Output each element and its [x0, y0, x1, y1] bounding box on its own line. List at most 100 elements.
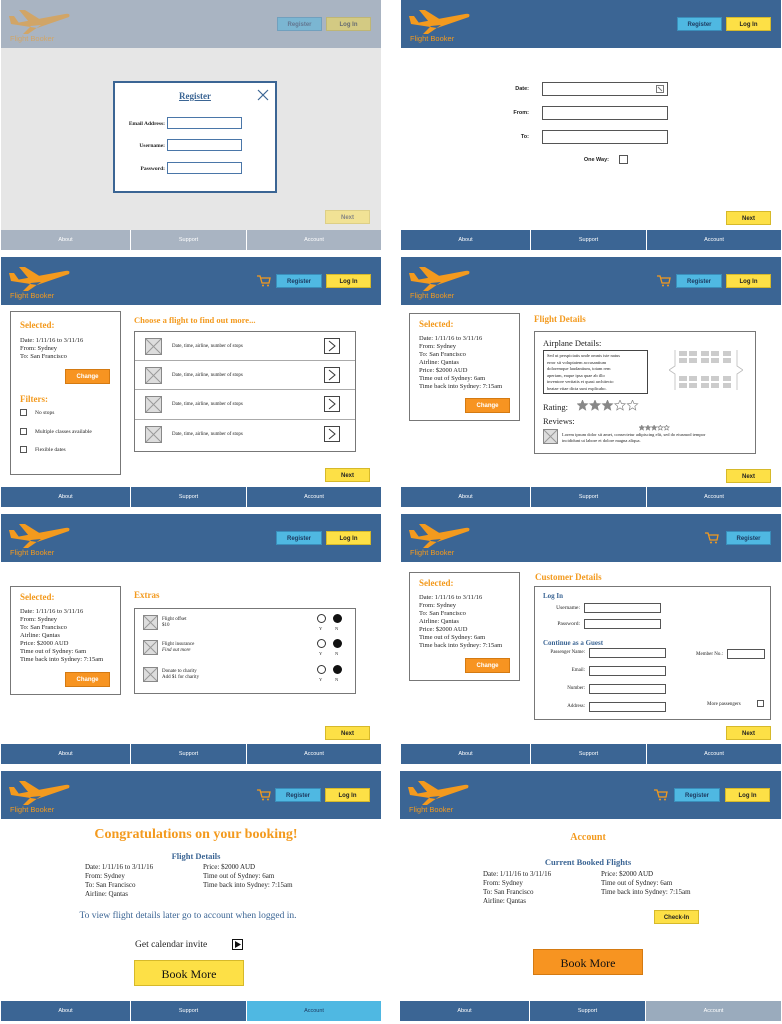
cart-icon[interactable]: [654, 789, 668, 801]
modal-title: Register: [179, 91, 211, 101]
trip-date: Date: 1/11/16 to 3/11/16: [20, 608, 84, 615]
footer-support[interactable]: Support: [531, 230, 647, 250]
footer-about[interactable]: About: [400, 1001, 530, 1021]
change-button[interactable]: Change: [65, 672, 110, 687]
member-field[interactable]: [727, 649, 765, 659]
register-button[interactable]: Register: [276, 531, 322, 545]
next-button[interactable]: Next: [726, 469, 771, 483]
change-button[interactable]: Change: [465, 658, 510, 673]
change-button[interactable]: Change: [65, 369, 110, 384]
address-field[interactable]: [589, 702, 666, 712]
username-field[interactable]: [167, 139, 242, 151]
login-button[interactable]: Log In: [726, 17, 771, 31]
footer-account[interactable]: Account: [647, 487, 781, 507]
footer-about[interactable]: About: [401, 744, 531, 764]
number-field[interactable]: [589, 684, 666, 694]
footer-about[interactable]: About: [401, 230, 531, 250]
cart-icon[interactable]: [257, 789, 271, 801]
check-in-button[interactable]: Check-In: [654, 910, 699, 924]
register-button[interactable]: Register: [676, 274, 722, 288]
footer-support[interactable]: Support: [530, 1001, 646, 1021]
more-passengers-checkbox[interactable]: [757, 700, 764, 707]
register-button[interactable]: Register: [677, 17, 722, 31]
flight-row[interactable]: Date, time, airline, number of stops: [135, 420, 355, 451]
login-button[interactable]: Log In: [326, 531, 371, 545]
login-button[interactable]: Log In: [326, 17, 371, 31]
trip-to: To: San Francisco: [20, 353, 67, 360]
footer-about[interactable]: About: [1, 230, 131, 250]
from-field[interactable]: [542, 106, 668, 120]
register-button[interactable]: Register: [275, 788, 321, 802]
password-field[interactable]: [167, 162, 242, 174]
chevron-right-icon[interactable]: [324, 396, 340, 412]
footer-account[interactable]: Account: [646, 1001, 781, 1021]
footer-account[interactable]: Account: [247, 1001, 381, 1021]
no-radio[interactable]: [333, 639, 342, 648]
chevron-right-icon[interactable]: [324, 426, 340, 442]
next-button[interactable]: Next: [726, 726, 771, 740]
footer-support[interactable]: Support: [131, 230, 247, 250]
oneway-checkbox[interactable]: [619, 155, 628, 164]
book-more-button[interactable]: Book More: [134, 960, 244, 986]
login-button[interactable]: Log In: [326, 274, 371, 288]
play-icon[interactable]: [232, 939, 243, 950]
register-button[interactable]: Register: [277, 17, 322, 31]
filter-checkbox[interactable]: [20, 428, 27, 435]
footer-about[interactable]: About: [1, 487, 131, 507]
username-field[interactable]: [584, 603, 661, 613]
next-button[interactable]: Next: [726, 211, 771, 225]
footer-support[interactable]: Support: [531, 487, 647, 507]
footer-support[interactable]: Support: [531, 744, 647, 764]
logo: Flight Booker: [7, 777, 71, 815]
login-button[interactable]: Log In: [726, 274, 771, 288]
yes-radio[interactable]: [317, 665, 326, 674]
chevron-right-icon[interactable]: [324, 367, 340, 383]
login-button[interactable]: Log In: [325, 788, 370, 802]
chevron-right-icon[interactable]: [324, 338, 340, 354]
flight-row[interactable]: Date, time, airline, number of stops: [135, 390, 355, 420]
customer-details-title: Customer Details: [535, 572, 602, 582]
passenger-field[interactable]: [589, 648, 666, 658]
register-button[interactable]: Register: [674, 788, 720, 802]
yes-radio[interactable]: [317, 614, 326, 623]
register-button[interactable]: Register: [276, 274, 322, 288]
username-label: Username:: [139, 143, 165, 149]
password-field[interactable]: [584, 619, 661, 629]
footer-support[interactable]: Support: [131, 1001, 247, 1021]
flight-row[interactable]: Date, time, airline, number of stops: [135, 332, 355, 361]
no-radio[interactable]: [333, 614, 342, 623]
footer-account[interactable]: Account: [247, 744, 381, 764]
footer-account[interactable]: Account: [247, 487, 381, 507]
footer-support[interactable]: Support: [131, 487, 247, 507]
filters-title: Filters:: [20, 394, 48, 404]
email-field[interactable]: [589, 666, 666, 676]
yes-radio[interactable]: [317, 639, 326, 648]
to-field[interactable]: [542, 130, 668, 144]
footer-account[interactable]: Account: [647, 230, 781, 250]
footer-about[interactable]: About: [401, 487, 531, 507]
filter-checkbox[interactable]: [20, 446, 27, 453]
footer-about[interactable]: About: [1, 744, 131, 764]
next-button[interactable]: Next: [325, 210, 370, 224]
trip-from: From: Sydney: [20, 616, 58, 623]
footer-account[interactable]: Account: [647, 744, 781, 764]
login-button[interactable]: Log In: [725, 788, 770, 802]
flight-row[interactable]: Date, time, airline, number of stops: [135, 361, 355, 390]
next-button[interactable]: Next: [325, 726, 370, 740]
footer-about[interactable]: About: [1, 1001, 131, 1021]
book-more-button[interactable]: Book More: [533, 949, 643, 975]
cart-icon[interactable]: [705, 532, 719, 544]
cart-icon[interactable]: [257, 275, 271, 287]
date-field[interactable]: [542, 82, 668, 96]
cart-icon[interactable]: [657, 275, 671, 287]
filter-checkbox[interactable]: [20, 409, 27, 416]
change-button[interactable]: Change: [465, 398, 510, 413]
next-button[interactable]: Next: [325, 468, 370, 482]
close-icon[interactable]: [257, 89, 269, 101]
footer-support[interactable]: Support: [131, 744, 247, 764]
register-button[interactable]: Register: [726, 531, 771, 545]
email-field[interactable]: [167, 117, 242, 129]
calendar-icon[interactable]: [656, 85, 664, 93]
footer-account[interactable]: Account: [247, 230, 381, 250]
no-radio[interactable]: [333, 665, 342, 674]
